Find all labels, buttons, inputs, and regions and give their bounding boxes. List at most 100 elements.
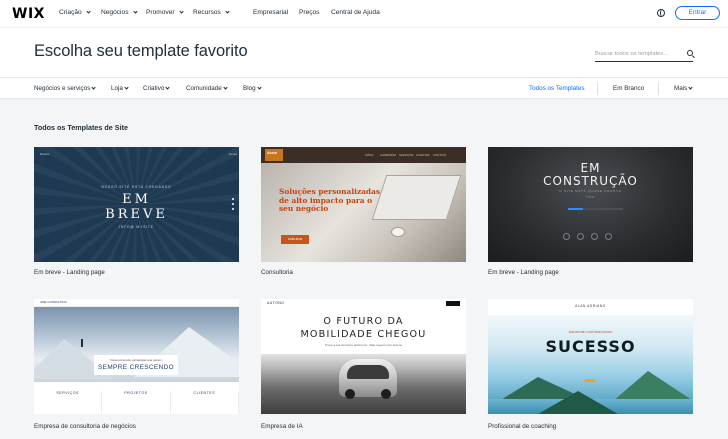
top-navigation: WIX Criação Negócios Promover Recursos E… (0, 0, 728, 27)
template-thumbnail-consultoria[interactable]: Acorn INÍCIO A EMPRESA SERVIÇOS CLIENTES… (261, 147, 466, 262)
template-caption[interactable]: Profissional de coaching (488, 423, 556, 430)
slider-dot (232, 198, 234, 200)
search-placeholder: Buscar todos os templates... (595, 51, 669, 57)
category-comunidade[interactable]: Comunidade (186, 85, 228, 92)
thumb-column: SERVIÇOS (34, 391, 103, 414)
category-criativo[interactable]: Criativo (143, 85, 170, 92)
template-caption[interactable]: Em breve - Landing page (488, 269, 559, 276)
nav-item-criacao[interactable]: Criação (59, 9, 91, 16)
chevron-down-icon (225, 9, 230, 14)
template-caption[interactable]: Empresa de IA (261, 423, 303, 430)
category-filter-bar: Negócios e serviços Loja Criativo Comuni… (0, 77, 728, 99)
thumb-kicker: ENCONTRE O PRÓXIMO PASSO (569, 330, 612, 334)
thumb-logo: Acorn (267, 151, 278, 155)
login-button[interactable]: Entrar (675, 6, 720, 20)
more-label: Mais (674, 85, 688, 92)
template-thumbnail-coaching[interactable]: ALAN ADRIANO ENCONTRE O PRÓXIMO PASSO SU… (488, 299, 693, 414)
template-thumbnail-em-construcao[interactable]: EM CONSTRUÇÃO O SITE ESTÁ QUASE PRONTO 7… (488, 147, 693, 262)
thumb-cta-button: SAIBA MAIS (281, 235, 309, 244)
filter-more[interactable]: Mais (674, 85, 693, 92)
nav-item-promover[interactable]: Promover (146, 9, 184, 16)
nav-item-label: Criação (59, 9, 82, 16)
template-gallery: Todos os Templates de Site Restnc Home N… (0, 99, 728, 439)
thumb-tagline: O SITE ESTÁ QUASE PRONTO (559, 189, 622, 193)
hill-shape (538, 391, 618, 414)
chevron-down-icon (91, 85, 96, 90)
thumb-headline: Soluções personalizadas de alto impacto … (279, 187, 380, 214)
thumb-logo: AUTONO (267, 301, 285, 305)
thumb-headline-1: O FUTURO DA (323, 316, 404, 327)
section-title: Todos os Templates de Site (34, 123, 128, 132)
template-thumbnail-em-breve[interactable]: Restnc Home NOSSO SITE ESTÁ CHEGANDO EM … (34, 147, 239, 262)
facebook-icon (563, 233, 570, 240)
thumb-headline-1: EM (580, 161, 601, 175)
cta-label: SAIBA MAIS (287, 238, 303, 241)
chevron-down-icon (86, 9, 91, 14)
cup-image (391, 227, 405, 237)
chevron-down-icon (688, 85, 693, 90)
filter-all-templates[interactable]: Todos os Templates (529, 85, 585, 92)
progress-value: 75% (586, 195, 595, 199)
category-blog[interactable]: Blog (243, 85, 262, 92)
thumb-menu-item: CLIENTES (416, 153, 430, 157)
wix-logo[interactable]: WIX (12, 6, 45, 22)
thumb-headline-2: BREVE (105, 207, 168, 222)
thumb-menu: Home (229, 152, 238, 156)
thumb-menu-item: SERVIÇOS (399, 153, 414, 157)
template-thumbnail-empresa-consultoria[interactable]: AME CONSULTING Desenvolvendo estratégias… (34, 299, 239, 414)
chevron-down-icon (223, 85, 228, 90)
nav-link-central-de-ajuda[interactable]: Central de Ajuda (331, 9, 380, 16)
globe-icon[interactable] (657, 9, 665, 17)
chevron-down-icon (165, 85, 170, 90)
template-caption[interactable]: Empresa de consultoria de negócios (34, 423, 136, 430)
nav-item-negocios[interactable]: Negócios (101, 9, 138, 16)
page-header: Escolha seu template favorito Buscar tod… (0, 27, 728, 77)
search-input[interactable]: Buscar todos os templates... (595, 46, 693, 62)
nav-item-label: Negócios (101, 9, 129, 16)
nav-item-recursos[interactable]: Recursos (193, 9, 230, 16)
nav-item-label: Recursos (193, 9, 221, 16)
chevron-down-icon (178, 9, 184, 14)
thumb-headline: SUCESSO (545, 337, 636, 356)
linkedin-icon (605, 233, 612, 240)
template-caption[interactable]: Em breve - Landing page (34, 269, 105, 276)
template-caption[interactable]: Consultoria (261, 269, 293, 276)
thumb-menu-item: INÍCIO (365, 153, 374, 157)
thumb-headline-2: MOBILIDADE CHEGOU (300, 329, 427, 340)
laptop-image (371, 175, 462, 220)
thumb-logo: ALAN ADRIANO (575, 304, 606, 308)
category-label: Comunidade (186, 85, 222, 92)
instagram-icon (591, 233, 598, 240)
search-icon[interactable] (687, 50, 693, 56)
vehicle-wheel (381, 389, 391, 399)
thumb-headline-2: CONSTRUÇÃO (543, 174, 638, 188)
nav-link-empresarial[interactable]: Empresarial (253, 9, 288, 16)
thumb-footer: INFO@ MYSITE (119, 225, 154, 229)
hiker-figure (81, 339, 83, 347)
category-label: Negócios e serviços (34, 85, 91, 92)
thumb-subtitle: Desenvolvendo estratégias que geram (110, 358, 162, 362)
thumb-column: PROJETOS (102, 391, 171, 414)
category-label: Criativo (143, 85, 165, 92)
category-label: Loja (111, 85, 123, 92)
category-loja[interactable]: Loja (111, 85, 129, 92)
thumb-menu-item: CONTATO (433, 153, 447, 157)
twitter-icon (577, 233, 584, 240)
nav-link-precos[interactable]: Preços (299, 9, 320, 16)
divider (597, 83, 598, 95)
progress-bar (568, 208, 623, 210)
filter-blank[interactable]: Em Branco (613, 85, 644, 92)
template-thumbnail-empresa-ia[interactable]: AUTONO O FUTURO DA MOBILIDADE CHEGOU Pro… (261, 299, 466, 414)
slider-dot (232, 203, 234, 205)
thumb-header-button (446, 301, 460, 306)
thumb-hero-box: Desenvolvendo estratégias que geram SEMP… (94, 355, 178, 375)
thumb-columns: SERVIÇOS PROJETOS CLIENTES (34, 391, 239, 414)
thumb-headline-1: EM (122, 192, 151, 207)
paraglider-figure (584, 379, 596, 382)
category-negocios-servicos[interactable]: Negócios e serviços (34, 85, 96, 92)
nav-item-label: Promover (146, 9, 175, 16)
thumb-logo: Restnc (40, 152, 50, 156)
vehicle-window (347, 365, 389, 379)
thumb-menu-item: A EMPRESA (380, 153, 397, 157)
thumb-logo: AME CONSULTING (40, 300, 67, 304)
